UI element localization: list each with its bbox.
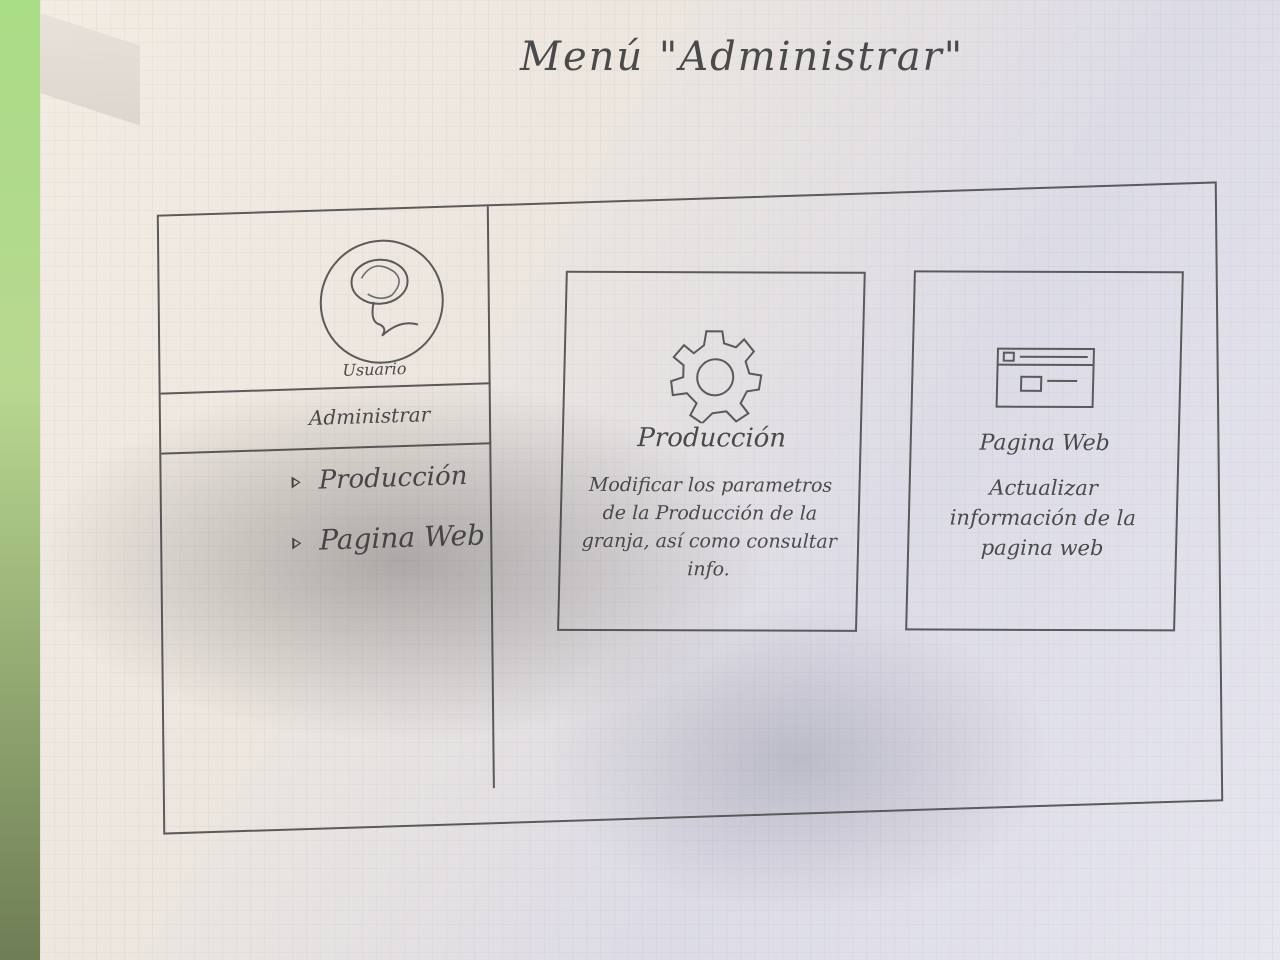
- sidebar-item-pagina-web[interactable]: Pagina Web: [292, 518, 485, 557]
- user-role-label: Administrar: [308, 402, 431, 430]
- card-title: Producción: [636, 423, 787, 454]
- card-produccion[interactable]: Producción Modificar los parametros de l…: [557, 270, 866, 632]
- app-window: Usuario Administrar Producción Pagina We…: [156, 181, 1224, 835]
- triangle-right-icon: [292, 537, 301, 549]
- sidebar: Usuario Administrar Producción Pagina We…: [158, 206, 495, 799]
- user-avatar-icon: [350, 258, 419, 337]
- card-pagina-web[interactable]: Pagina Web Actualizar información de la …: [905, 270, 1184, 632]
- browser-window-icon: [995, 347, 1096, 409]
- sidebar-item-produccion[interactable]: Producción: [291, 461, 467, 497]
- paper-sheet: Menú "Administrar" Usuario Administrar P…: [40, 0, 1280, 960]
- sidebar-item-label: Pagina Web: [319, 518, 486, 557]
- triangle-right-icon: [292, 476, 301, 488]
- sidebar-divider: [160, 382, 491, 395]
- card-title: Pagina Web: [979, 430, 1111, 457]
- gear-icon: [670, 330, 763, 424]
- user-name-label: Usuario: [342, 358, 407, 380]
- page-title: Menú "Administrar": [520, 34, 965, 80]
- sidebar-item-label: Producción: [318, 460, 468, 496]
- sidebar-divider: [161, 442, 492, 455]
- card-description: Modificar los parametros de la Producció…: [581, 473, 838, 581]
- avatar[interactable]: [319, 237, 445, 366]
- card-description: Actualizar información de la pagina web: [949, 475, 1137, 561]
